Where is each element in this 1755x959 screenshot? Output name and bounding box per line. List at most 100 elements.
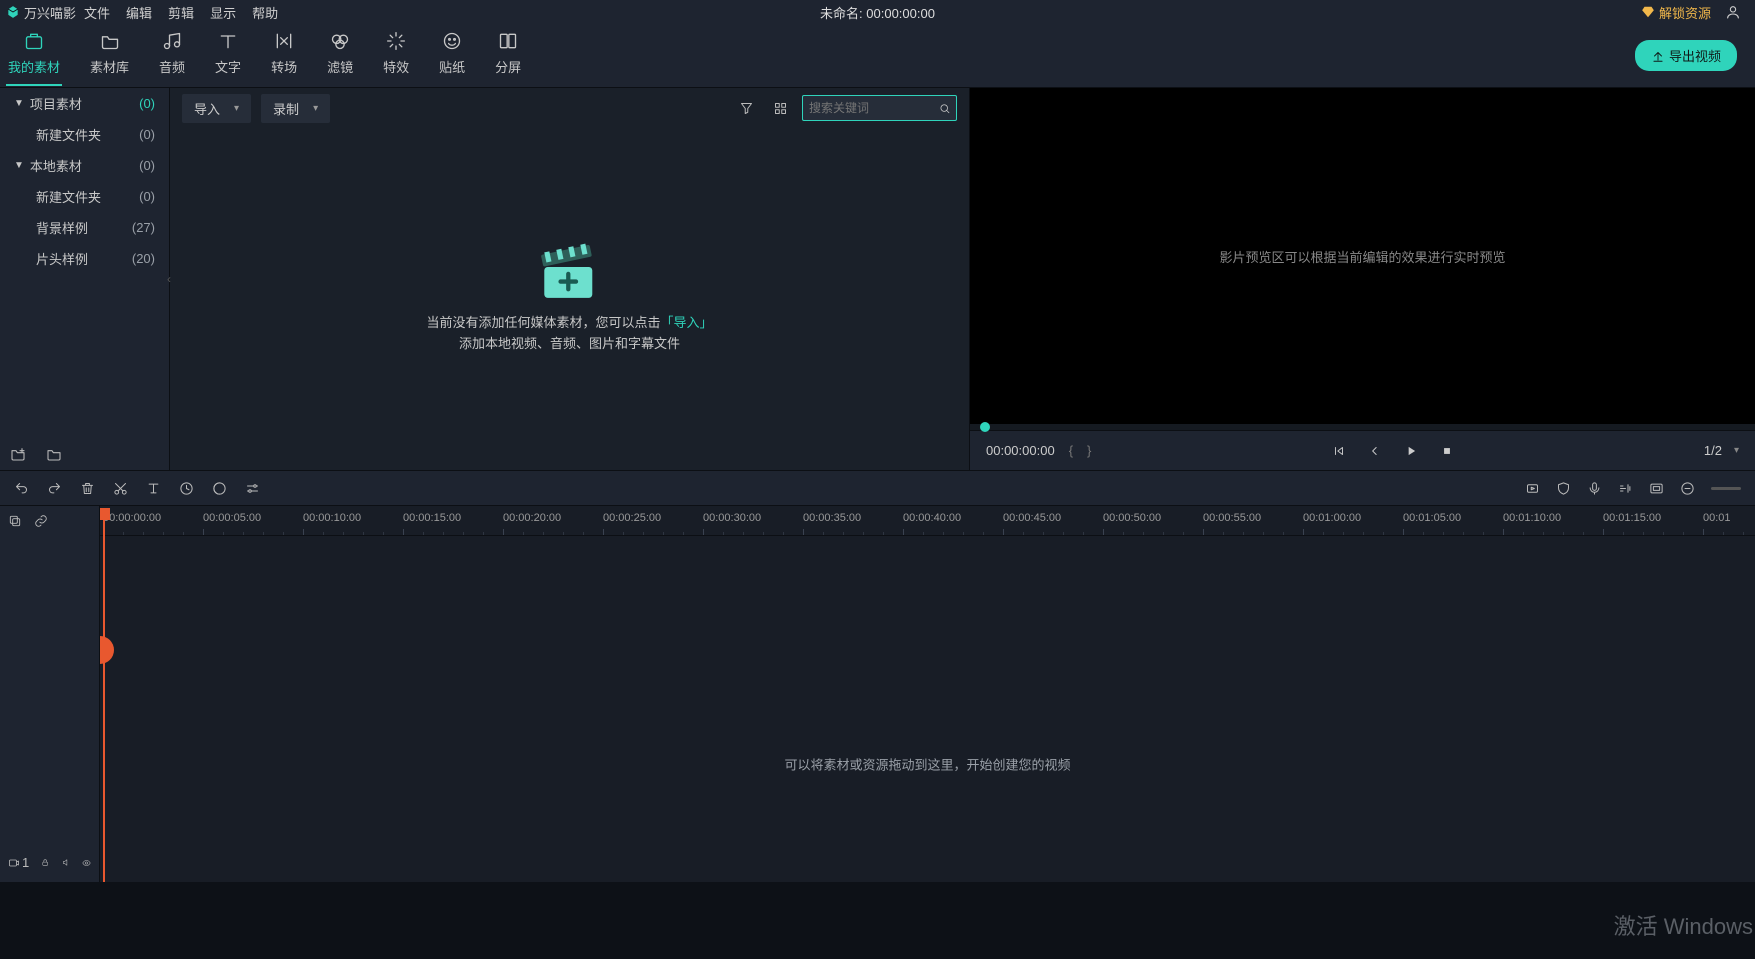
step-back-icon[interactable] <box>1368 444 1382 458</box>
timeline-ruler[interactable]: 00:00:00:0000:00:05:0000:00:10:0000:00:1… <box>100 506 1755 536</box>
preview-ratio[interactable]: 1/2 <box>1704 443 1722 458</box>
link-icon[interactable] <box>34 514 48 528</box>
search-field[interactable] <box>809 101 933 115</box>
preview-scrubber[interactable] <box>970 424 1755 430</box>
project-title: 未命名: 00:00:00:00 <box>820 3 935 22</box>
track-badge[interactable]: 1 <box>8 855 29 870</box>
collapse-handle-icon[interactable]: ‹ <box>167 272 171 286</box>
tab-audio[interactable]: 音频 <box>157 25 187 86</box>
windows-activate-watermark: 激活 Windows <box>1614 909 1753 941</box>
tab-text[interactable]: 文字 <box>213 25 243 86</box>
ruler-label: 00:00:20:00 <box>503 512 561 524</box>
preview-panel: 影片预览区可以根据当前编辑的效果进行实时预览 00:00:00:00 { } 1… <box>970 88 1755 470</box>
app-logo-icon <box>6 5 20 19</box>
user-icon[interactable] <box>1725 4 1741 20</box>
search-input[interactable] <box>802 95 957 121</box>
menu-file[interactable]: 文件 <box>84 3 110 22</box>
ruler-label: 00:00:55:00 <box>1203 512 1261 524</box>
ruler-label: 00:01:00:00 <box>1303 512 1361 524</box>
tab-my-media[interactable]: 我的素材 <box>6 25 62 86</box>
timeline-tracks[interactable]: 00:00:00:0000:00:05:0000:00:10:0000:00:1… <box>100 506 1755 882</box>
stop-icon[interactable] <box>1440 444 1454 458</box>
crop-text-icon[interactable] <box>146 481 161 496</box>
folder-icon <box>100 31 120 51</box>
mark-out-icon[interactable]: } <box>1087 443 1091 458</box>
tree-new-folder-2[interactable]: 新建文件夹 (0) <box>0 181 169 212</box>
folder-open-icon[interactable] <box>46 446 62 462</box>
tree-new-folder-1[interactable]: 新建文件夹 (0) <box>0 119 169 150</box>
new-folder-icon[interactable] <box>10 446 26 462</box>
menu-edit[interactable]: 编辑 <box>126 3 152 22</box>
adjust-icon[interactable] <box>245 481 260 496</box>
mute-icon[interactable] <box>62 856 70 869</box>
ruler-label: 00:01:15:00 <box>1603 512 1661 524</box>
zoom-out-icon[interactable] <box>1680 481 1695 496</box>
tree-bg-samples[interactable]: 背景样例 (27) <box>0 212 169 243</box>
delete-icon[interactable] <box>80 481 95 496</box>
undo-icon[interactable] <box>14 481 29 496</box>
filter-icon <box>330 31 350 51</box>
ruler-label: 00:00:30:00 <box>703 512 761 524</box>
ruler-label: 00:00:15:00 <box>403 512 461 524</box>
media-panel: 导入▾ 录制▾ 当前没 <box>170 88 970 470</box>
ruler-label: 00:00:45:00 <box>1003 512 1061 524</box>
tab-library[interactable]: 素材库 <box>88 25 131 86</box>
tab-transition[interactable]: 转场 <box>269 25 299 86</box>
export-button[interactable]: 导出视频 <box>1635 40 1737 71</box>
preview-hint: 影片预览区可以根据当前编辑的效果进行实时预览 <box>1219 247 1505 266</box>
empty-state: 当前没有添加任何媒体素材，您可以点击「导入」 添加本地视频、音频、图片和字幕文件 <box>170 128 969 470</box>
eye-icon[interactable] <box>82 856 91 870</box>
media-toolbar: 导入▾ 录制▾ <box>170 88 969 128</box>
ruler-label: 00:00:00:00 <box>103 512 161 524</box>
ribbon: 我的素材 素材库 音频 文字 转场 滤镜 特效 贴纸 <box>0 24 1755 88</box>
chevron-down-icon[interactable]: ▾ <box>1734 445 1739 456</box>
play-icon[interactable] <box>1404 444 1418 458</box>
grid-view-icon[interactable] <box>768 96 792 120</box>
tab-sticker[interactable]: 贴纸 <box>437 25 467 86</box>
color-icon[interactable] <box>212 481 227 496</box>
tree-intro-samples[interactable]: 片头样例 (20) <box>0 243 169 274</box>
menu-view[interactable]: 显示 <box>210 3 236 22</box>
tab-effects[interactable]: 特效 <box>381 25 411 86</box>
menu-bar: 万兴喵影 文件 编辑 剪辑 显示 帮助 未命名: 00:00:00:00 解锁资… <box>0 0 1755 24</box>
text-icon <box>218 31 238 51</box>
ruler-label: 00:00:10:00 <box>303 512 361 524</box>
playback-controls: 00:00:00:00 { } 1/2 ▾ <box>970 430 1755 470</box>
empty-text: 当前没有添加任何媒体素材，您可以点击「导入」 添加本地视频、音频、图片和字幕文件 <box>426 313 712 355</box>
timeline-toolbar <box>0 470 1755 506</box>
right-menu: 解锁资源 <box>1641 3 1749 22</box>
snapshot-icon[interactable] <box>1649 481 1664 496</box>
record-dropdown[interactable]: 录制▾ <box>261 94 330 123</box>
menu-help[interactable]: 帮助 <box>252 3 278 22</box>
media-tree: ▼项目素材 (0) 新建文件夹 (0) ▼本地素材 (0) 新建文件夹 (0) … <box>0 88 170 470</box>
marker-shield-icon[interactable] <box>1556 481 1571 496</box>
diamond-icon <box>1641 5 1655 19</box>
music-icon <box>162 31 182 51</box>
redo-icon[interactable] <box>47 481 62 496</box>
import-dropdown[interactable]: 导入▾ <box>182 94 251 123</box>
tab-split[interactable]: 分屏 <box>493 25 523 86</box>
speed-icon[interactable] <box>179 481 194 496</box>
video-track-icon <box>8 857 20 869</box>
menu-clip[interactable]: 剪辑 <box>168 3 194 22</box>
zoom-slider[interactable] <box>1711 487 1741 490</box>
transition-icon <box>274 31 294 51</box>
unlock-label: 解锁资源 <box>1659 3 1711 22</box>
tree-project-media[interactable]: ▼项目素材 (0) <box>0 88 169 119</box>
playhead[interactable] <box>103 508 105 882</box>
lock-icon[interactable] <box>41 856 49 869</box>
audio-mix-icon[interactable] <box>1618 481 1633 496</box>
copy-icon[interactable] <box>8 514 22 528</box>
timeline: 1 00:00:00:0000:00:05:0000:00:10:0000:00… <box>0 506 1755 882</box>
tab-filter[interactable]: 滤镜 <box>325 25 355 86</box>
render-icon[interactable] <box>1525 481 1540 496</box>
prev-frame-icon[interactable] <box>1332 444 1346 458</box>
cut-icon[interactable] <box>113 481 128 496</box>
filter-icon-button[interactable] <box>734 96 758 120</box>
mark-in-icon[interactable]: { <box>1069 443 1073 458</box>
ruler-label: 00:00:40:00 <box>903 512 961 524</box>
unlock-resources-button[interactable]: 解锁资源 <box>1641 3 1711 22</box>
tree-local-media[interactable]: ▼本地素材 (0) <box>0 150 169 181</box>
ruler-label: 00:00:50:00 <box>1103 512 1161 524</box>
voice-icon[interactable] <box>1587 481 1602 496</box>
